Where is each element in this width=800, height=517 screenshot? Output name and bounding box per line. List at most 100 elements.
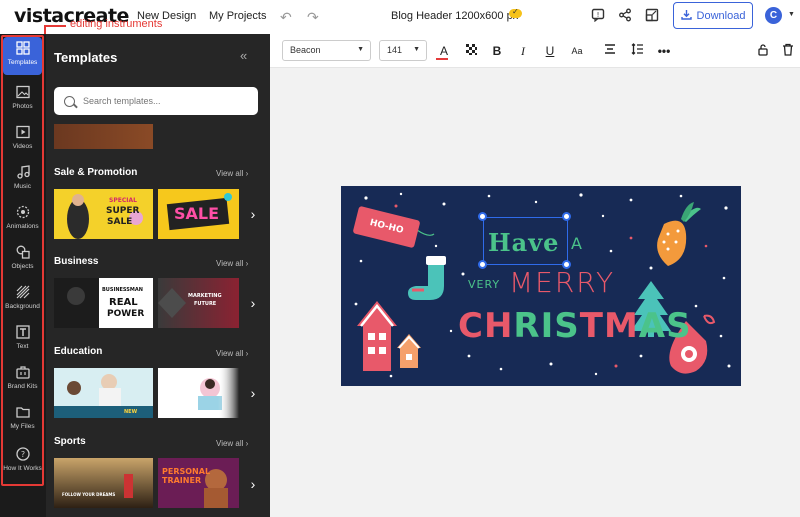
sidebar-item-label: Objects — [11, 263, 34, 270]
comment-icon[interactable]: ! — [591, 8, 605, 23]
bold-icon[interactable]: B — [489, 43, 505, 59]
next-arrow-business[interactable]: › — [246, 293, 260, 313]
view-all-education-link[interactable]: View all › — [216, 349, 248, 358]
line-spacing-icon[interactable] — [629, 43, 645, 59]
sidebar-item-templates[interactable]: Templates — [3, 37, 42, 75]
template-thumbnail[interactable] — [158, 368, 239, 418]
text-icon — [15, 325, 31, 341]
section-title-education: Education — [54, 346, 103, 357]
christmas-text-part: AS — [638, 306, 692, 346]
sidebar-item-animations[interactable]: Animations — [3, 201, 42, 239]
align-center-icon[interactable] — [602, 43, 618, 59]
sidebar-item-photos[interactable]: Photos — [3, 81, 42, 119]
text-color-swatch — [436, 58, 448, 60]
collapse-panel-icon[interactable]: « — [240, 48, 247, 63]
videos-icon — [15, 125, 31, 141]
search-box[interactable] — [54, 87, 258, 115]
italic-icon[interactable]: I — [515, 43, 531, 59]
search-input[interactable] — [83, 96, 243, 106]
svg-text:?: ? — [20, 450, 24, 459]
section-title-sale: Sale & Promotion — [54, 167, 138, 178]
animations-icon — [15, 205, 31, 221]
font-family-select[interactable]: Beacon ▼ — [282, 40, 371, 61]
sidebar-item-label: Templates — [7, 59, 38, 66]
next-arrow-sports[interactable]: › — [246, 474, 260, 494]
view-all-sale-link[interactable]: View all › — [216, 169, 248, 178]
share-icon[interactable] — [618, 8, 632, 22]
text-toolbar: Beacon ▼ 141 ▼ A B I U Aa ••• — [270, 34, 800, 68]
a-text[interactable]: A — [571, 234, 582, 253]
help-icon: ? — [15, 447, 31, 463]
selection-box[interactable] — [483, 217, 568, 265]
underline-icon[interactable]: U — [542, 43, 558, 59]
template-thumbnail[interactable]: MARKETING FUTURE — [158, 278, 239, 328]
document-title[interactable]: Blog Header 1200x600 px — [391, 10, 518, 22]
svg-text:!: ! — [597, 11, 600, 19]
my-projects-link[interactable]: My Projects — [209, 10, 266, 22]
font-size-select[interactable]: 141 ▼ — [379, 40, 427, 61]
undo-icon[interactable]: ↶ — [280, 9, 292, 26]
sidebar-item-background[interactable]: Background — [3, 281, 42, 319]
resize-icon[interactable] — [645, 8, 659, 22]
search-icon — [64, 95, 75, 107]
chevron-down-icon: ▼ — [357, 46, 364, 53]
music-icon — [15, 165, 31, 181]
next-arrow-education[interactable]: › — [246, 383, 260, 403]
template-thumbnail[interactable] — [54, 124, 153, 149]
resize-handle[interactable] — [478, 212, 487, 221]
letter-case-icon[interactable]: Aa — [569, 43, 585, 59]
trash-icon[interactable] — [780, 43, 796, 59]
sidebar-item-brand-kits[interactable]: Brand Kits — [3, 361, 42, 399]
sidebar-item-label: Music — [14, 183, 31, 190]
sidebar-item-label: Photos — [12, 103, 33, 110]
christmas-text-part: CH — [458, 306, 514, 346]
resize-handle[interactable] — [478, 260, 487, 269]
sidebar-item-videos[interactable]: Videos — [3, 121, 42, 159]
sidebar-item-label: Background — [5, 303, 40, 310]
cloud-saved-icon — [509, 7, 522, 18]
transparency-icon[interactable] — [463, 43, 479, 59]
next-arrow-sale[interactable]: › — [246, 204, 260, 224]
redo-icon[interactable]: ↷ — [307, 9, 319, 26]
section-title-sports: Sports — [54, 436, 86, 447]
folder-icon — [15, 405, 31, 421]
template-thumbnail[interactable]: SPECIAL SUPER SALE — [54, 189, 153, 239]
sidebar-item-label: My Files — [10, 423, 35, 430]
new-design-link[interactable]: New Design — [137, 10, 196, 22]
download-button[interactable]: Download — [673, 2, 753, 29]
chevron-down-icon: ▼ — [413, 46, 420, 53]
sidebar-item-label: Brand Kits — [7, 383, 38, 390]
sidebar-item-objects[interactable]: Objects — [3, 241, 42, 279]
very-text[interactable]: VERY — [468, 278, 500, 291]
templates-icon — [15, 41, 31, 57]
download-label: Download — [696, 9, 746, 22]
template-thumbnail[interactable]: FOLLOW YOUR DREAMS — [54, 458, 153, 508]
view-all-business-link[interactable]: View all › — [216, 259, 248, 268]
sidebar-item-text[interactable]: Text — [3, 321, 42, 359]
template-thumbnail[interactable]: SALE — [158, 189, 239, 239]
objects-icon — [15, 245, 31, 261]
sidebar-item-my-files[interactable]: My Files — [3, 401, 42, 439]
lock-icon[interactable] — [755, 43, 771, 59]
design-canvas[interactable]: HO-HO Have A VERY MERRY CHRISTMAS — [341, 186, 741, 386]
sidebar-item-label: How It Works — [3, 465, 42, 472]
template-thumbnail[interactable]: PERSONAL TRAINER — [158, 458, 239, 508]
resize-handle[interactable] — [562, 260, 571, 269]
chevron-down-icon[interactable]: ▼ — [788, 11, 795, 18]
christmas-text[interactable]: CHRISTMAS — [458, 306, 692, 346]
more-options-icon[interactable]: ••• — [656, 43, 672, 59]
template-thumbnail[interactable]: NEW — [54, 368, 153, 418]
merry-text[interactable]: MERRY — [509, 266, 615, 299]
panel-title: Templates — [54, 50, 118, 65]
sidebar-item-music[interactable]: Music — [3, 161, 42, 199]
resize-handle[interactable] — [562, 212, 571, 221]
section-title-business: Business — [54, 256, 99, 267]
view-all-sports-link[interactable]: View all › — [216, 439, 248, 448]
sidebar-item-how-it-works[interactable]: ? How It Works — [3, 443, 42, 481]
text-color-icon[interactable]: A — [436, 43, 452, 59]
template-thumbnail[interactable]: BUSINESSMAN REAL POWER — [54, 278, 153, 328]
sidebar-item-label: Text — [16, 343, 29, 350]
avatar[interactable]: C — [765, 7, 782, 24]
background-icon — [15, 285, 31, 301]
sidebar-item-label: Videos — [12, 143, 33, 150]
